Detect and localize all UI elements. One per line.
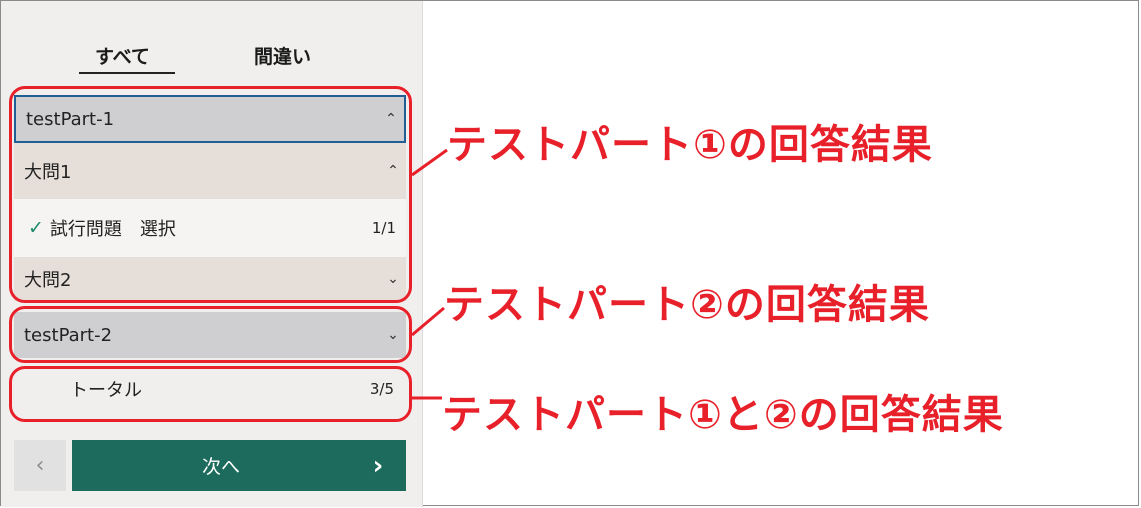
annotation-testpart-2-result: テストパート②の回答結果 <box>444 282 930 328</box>
annotation-testpart-1-result: テストパート①の回答結果 <box>447 122 933 168</box>
annotation-total-result: テストパート①と②の回答結果 <box>442 392 1004 438</box>
leader-line-1 <box>411 148 448 177</box>
leader-line-2 <box>411 306 445 337</box>
